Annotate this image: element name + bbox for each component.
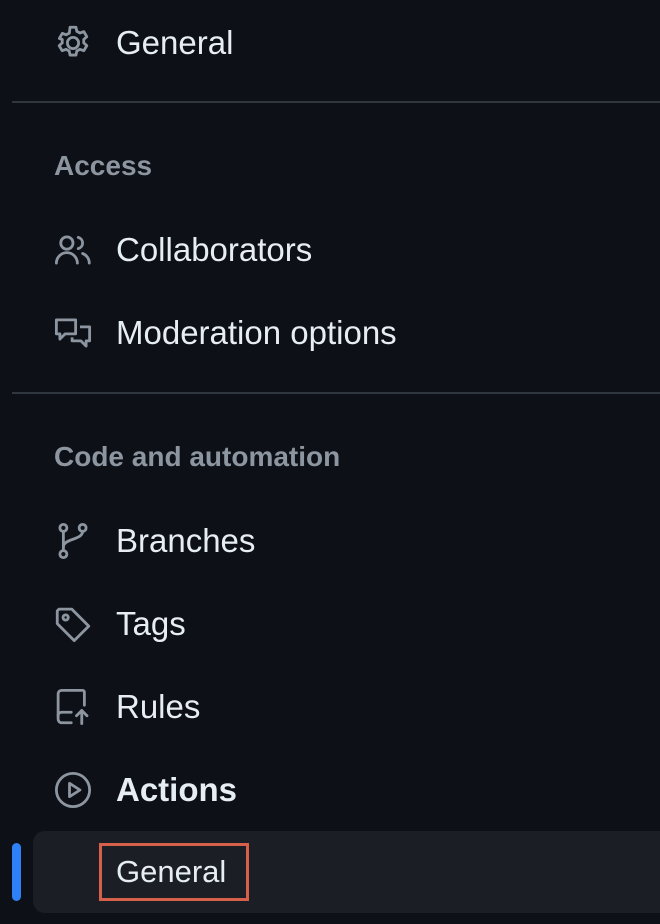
sidebar-item-moderation-options[interactable]: Moderation options — [0, 298, 660, 368]
divider — [12, 101, 660, 103]
sidebar-item-general[interactable]: General — [0, 8, 660, 78]
gear-icon — [52, 22, 94, 64]
sidebar-item-label: Tags — [116, 605, 186, 642]
sidebar-item-actions[interactable]: Actions — [0, 755, 660, 825]
sidebar-item-branches[interactable]: Branches — [0, 506, 660, 576]
sidebar-item-label: Actions — [116, 771, 238, 808]
active-indicator — [12, 843, 21, 901]
sidebar-item-label: General — [116, 24, 234, 61]
sidebar-item-rules[interactable]: Rules — [0, 672, 660, 742]
play-icon — [52, 769, 94, 811]
git-branch-icon — [52, 520, 94, 562]
comment-discussion-icon — [52, 312, 94, 354]
sidebar-item-collaborators[interactable]: Collaborators — [0, 215, 660, 285]
settings-sidebar: General Access Collaborators Moderation … — [0, 0, 660, 924]
sidebar-item-label: Moderation options — [116, 314, 397, 351]
sidebar-item-tags[interactable]: Tags — [0, 589, 660, 659]
section-heading-code-and-automation: Code and automation — [54, 441, 341, 472]
sidebar-item-label: Collaborators — [116, 231, 313, 268]
tag-icon — [52, 603, 94, 645]
section-heading-access: Access — [54, 150, 153, 181]
sidebar-item-label: Rules — [116, 688, 201, 725]
divider — [12, 392, 660, 394]
sidebar-subitem-label: General — [116, 854, 227, 889]
sidebar-item-label: Branches — [116, 522, 256, 559]
repo-push-icon — [52, 686, 94, 728]
people-icon — [52, 229, 94, 271]
